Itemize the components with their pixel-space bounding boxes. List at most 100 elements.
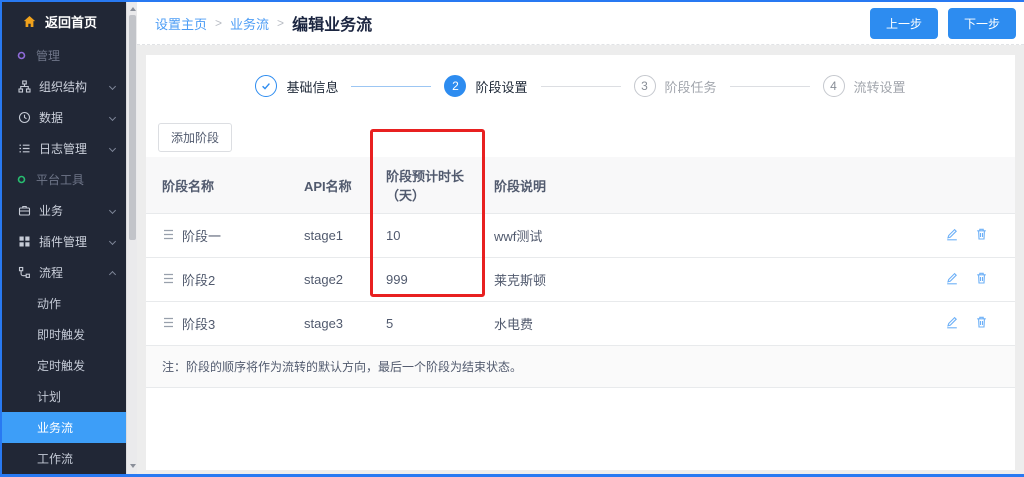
stages-table: 阶段名称 API名称 阶段预计时长（天） 阶段说明 阶段一 stage1 10 xyxy=(146,157,1015,346)
stage-api: stage1 xyxy=(296,214,378,258)
content-card: 基础信息 2 阶段设置 3 阶段任务 4 流转设置 添加阶 xyxy=(146,55,1015,470)
sidebar-item-label: 动作 xyxy=(37,295,61,312)
check-icon xyxy=(255,75,277,97)
edit-icon[interactable] xyxy=(945,315,959,332)
chevron-up-icon xyxy=(109,271,116,278)
sidebar-item-label: 计划 xyxy=(37,388,61,405)
chevron-down-icon xyxy=(109,114,116,121)
next-step-button[interactable]: 下一步 xyxy=(948,8,1016,39)
step-basic-info: 基础信息 xyxy=(255,75,338,97)
sidebar-home-label: 返回首页 xyxy=(45,12,97,31)
sidebar-item-label: 业务 xyxy=(39,202,63,219)
scroll-up-arrow-icon[interactable] xyxy=(130,7,136,11)
sidebar-item-jihua[interactable]: 计划 xyxy=(2,381,126,412)
list-icon xyxy=(18,142,31,155)
briefcase-icon xyxy=(18,204,31,217)
stage-order-note: 注：阶段的顺序将作为流转的默认方向，最后一个阶段为结束状态。 xyxy=(146,346,1015,388)
stage-description: 水电费 xyxy=(486,302,925,346)
header-stage-name: 阶段名称 xyxy=(146,157,296,214)
sidebar-item-dingshichufa[interactable]: 定时触发 xyxy=(2,350,126,381)
table-header-row: 阶段名称 API名称 阶段预计时长（天） 阶段说明 xyxy=(146,157,1015,214)
page-title: 编辑业务流 xyxy=(292,11,372,35)
ring-green-icon xyxy=(15,175,28,184)
chevron-down-icon xyxy=(109,238,116,245)
sidebar-item-shuju[interactable]: 数据 xyxy=(2,102,126,133)
stage-duration: 5 xyxy=(378,302,486,346)
step-label: 基础信息 xyxy=(286,77,338,96)
grid-icon xyxy=(18,235,31,248)
prev-step-button[interactable]: 上一步 xyxy=(870,8,938,39)
step-stage-tasks: 3 阶段任务 xyxy=(634,75,717,97)
sitemap-icon xyxy=(18,80,31,93)
table-row: 阶段2 stage2 999 莱克斯顿 xyxy=(146,258,1015,302)
sidebar-item-chajianguanli[interactable]: 插件管理 xyxy=(2,226,126,257)
drag-handle-icon[interactable] xyxy=(162,228,175,243)
stage-description: 莱克斯顿 xyxy=(486,258,925,302)
drag-handle-icon[interactable] xyxy=(162,316,175,331)
step-number: 2 xyxy=(444,75,466,97)
sidebar-item-yewuliu-active[interactable]: 业务流 xyxy=(2,412,126,443)
sidebar-item-label: 工作流 xyxy=(37,450,73,467)
stage-description: wwf测试 xyxy=(486,214,925,258)
sidebar-item-label: 管理 xyxy=(36,47,60,64)
stage-name: 阶段一 xyxy=(182,226,221,245)
sidebar-home-button[interactable]: 返回首页 xyxy=(2,2,126,40)
clock-icon xyxy=(18,111,31,124)
sidebar-item-label: 数据 xyxy=(39,109,63,126)
flow-icon xyxy=(18,266,31,279)
sidebar-item-liucheng[interactable]: 流程 xyxy=(2,257,126,288)
home-icon xyxy=(23,15,36,28)
chevron-down-icon xyxy=(109,145,116,152)
sidebar-item-label: 即时触发 xyxy=(37,326,85,343)
app-window: 返回首页 管理 组织结构 数据 日志管理 xyxy=(0,0,1024,477)
step-connector xyxy=(541,86,621,87)
sidebar-item-rizhiguanli[interactable]: 日志管理 xyxy=(2,133,126,164)
drag-handle-icon[interactable] xyxy=(162,272,175,287)
table-row: 阶段3 stage3 5 水电费 xyxy=(146,302,1015,346)
scrollbar-thumb[interactable] xyxy=(129,15,136,240)
topbar: 设置主页 > 业务流 > 编辑业务流 上一步 下一步 xyxy=(137,2,1024,45)
sidebar-item-label: 组织结构 xyxy=(39,78,87,95)
sidebar-item-jishichufa[interactable]: 即时触发 xyxy=(2,319,126,350)
step-stage-settings: 2 阶段设置 xyxy=(444,75,527,97)
stage-name: 阶段2 xyxy=(182,270,215,289)
stage-duration: 999 xyxy=(378,258,486,302)
sidebar-item-dongzuo[interactable]: 动作 xyxy=(2,288,126,319)
stage-api: stage2 xyxy=(296,258,378,302)
chevron-down-icon xyxy=(109,207,116,214)
sidebar-item-label: 平台工具 xyxy=(36,171,84,188)
sidebar-item-guanli[interactable]: 管理 xyxy=(2,40,126,71)
scroll-down-arrow-icon[interactable] xyxy=(130,464,136,468)
delete-icon[interactable] xyxy=(975,227,988,244)
step-label: 阶段任务 xyxy=(665,77,717,96)
step-label: 流转设置 xyxy=(854,77,906,96)
stage-api: stage3 xyxy=(296,302,378,346)
sidebar-item-pingtaigongju[interactable]: 平台工具 xyxy=(2,164,126,195)
table-row: 阶段一 stage1 10 wwf测试 xyxy=(146,214,1015,258)
delete-icon[interactable] xyxy=(975,271,988,288)
main-area: 设置主页 > 业务流 > 编辑业务流 上一步 下一步 基础信息 xyxy=(137,2,1024,474)
stage-name: 阶段3 xyxy=(182,314,215,333)
add-stage-button[interactable]: 添加阶段 xyxy=(158,123,232,152)
breadcrumb-link-settings-home[interactable]: 设置主页 xyxy=(155,14,207,33)
sidebar-item-label: 日志管理 xyxy=(39,140,87,157)
step-connector xyxy=(730,86,810,87)
edit-icon[interactable] xyxy=(945,227,959,244)
sidebar-item-gongzuoliu[interactable]: 工作流 xyxy=(2,443,126,474)
step-flow-settings: 4 流转设置 xyxy=(823,75,906,97)
header-description: 阶段说明 xyxy=(486,157,925,214)
header-duration: 阶段预计时长（天） xyxy=(378,157,486,214)
sidebar-item-zuzhijiegou[interactable]: 组织结构 xyxy=(2,71,126,102)
step-label: 阶段设置 xyxy=(475,77,527,96)
sidebar-item-yewu[interactable]: 业务 xyxy=(2,195,126,226)
header-api-name: API名称 xyxy=(296,157,378,214)
sidebar-item-label: 流程 xyxy=(39,264,63,281)
delete-icon[interactable] xyxy=(975,315,988,332)
ring-purple-icon xyxy=(15,51,28,60)
sidebar: 返回首页 管理 组织结构 数据 日志管理 xyxy=(2,2,126,474)
sidebar-scrollbar[interactable] xyxy=(126,2,137,474)
header-actions xyxy=(925,157,1015,214)
edit-icon[interactable] xyxy=(945,271,959,288)
breadcrumb-link-business-flow[interactable]: 业务流 xyxy=(230,14,269,33)
sidebar-item-label: 插件管理 xyxy=(39,233,87,250)
